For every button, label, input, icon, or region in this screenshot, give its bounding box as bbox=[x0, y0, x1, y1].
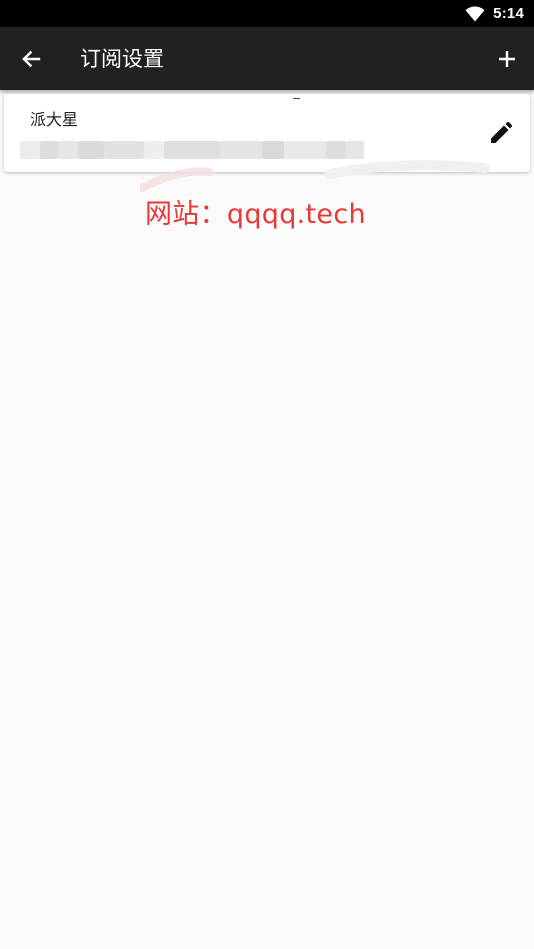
status-bar: 5:14 bbox=[0, 0, 534, 27]
subscription-url-redacted bbox=[20, 140, 382, 160]
redacted-block bbox=[58, 141, 78, 159]
edit-subscription-button[interactable] bbox=[488, 120, 514, 146]
subscription-name: 派大星 bbox=[30, 110, 79, 129]
divider-mark bbox=[293, 98, 300, 99]
arrow-left-icon bbox=[22, 50, 41, 68]
redacted-block bbox=[262, 141, 284, 159]
back-button[interactable] bbox=[16, 44, 46, 74]
redacted-block bbox=[20, 141, 40, 159]
redacted-block bbox=[284, 141, 326, 159]
redacted-block bbox=[220, 141, 262, 159]
pencil-icon bbox=[491, 122, 512, 143]
add-subscription-button[interactable] bbox=[492, 44, 522, 74]
redacted-block bbox=[164, 141, 220, 159]
status-time: 5:14 bbox=[493, 5, 524, 22]
redacted-block bbox=[40, 141, 58, 159]
redacted-block bbox=[326, 141, 346, 159]
wifi-icon bbox=[465, 6, 485, 21]
redacted-block bbox=[346, 141, 364, 159]
page-title: 订阅设置 bbox=[80, 47, 164, 71]
watermark-text: 网站：qqqq.tech bbox=[145, 199, 366, 230]
redacted-block bbox=[104, 141, 144, 159]
app-bar: 订阅设置 bbox=[0, 27, 534, 90]
redacted-block bbox=[144, 141, 164, 159]
redacted-block bbox=[78, 141, 104, 159]
plus-icon bbox=[499, 51, 515, 67]
